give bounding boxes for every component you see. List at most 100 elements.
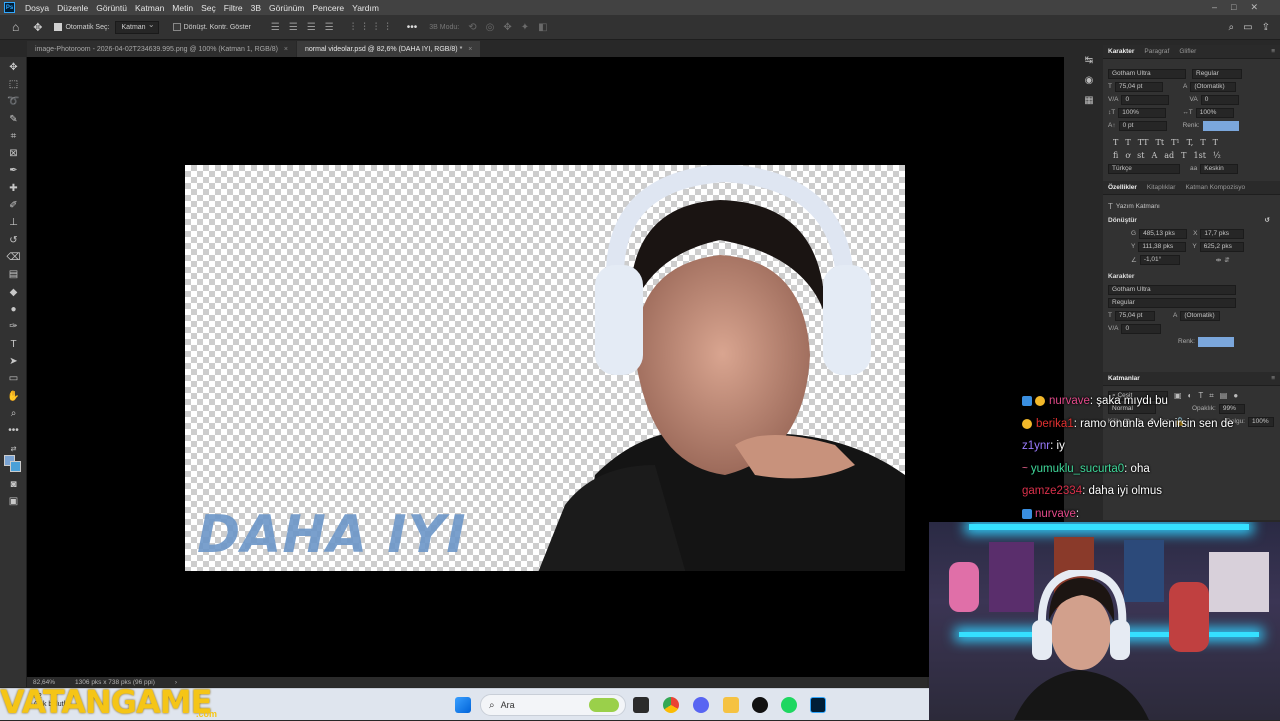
faux-italic-button[interactable]: T <box>1125 138 1130 147</box>
rectangle-tool-icon[interactable]: ▭ <box>6 371 21 386</box>
strikethrough-button[interactable]: T <box>1213 138 1218 147</box>
align-left-icon[interactable]: ☰ <box>271 22 280 33</box>
language-select[interactable]: Türkçe <box>1108 163 1180 174</box>
dodge-tool-icon[interactable]: ● <box>6 302 21 317</box>
tab-character[interactable]: Karakter <box>1103 48 1139 55</box>
stamp-tool-icon[interactable]: ⊥ <box>6 215 21 230</box>
font-size-input[interactable]: 75,04 pt <box>1114 81 1163 92</box>
height-input[interactable]: 111,38 pks <box>1138 241 1187 252</box>
menu-type[interactable]: Metin <box>168 3 197 13</box>
eyedropper-tool-icon[interactable]: ✒ <box>6 163 21 178</box>
menu-layer[interactable]: Katman <box>131 3 168 13</box>
more-tools-icon[interactable]: ••• <box>6 423 21 438</box>
frame-tool-icon[interactable]: ⊠ <box>6 146 21 161</box>
tab-layers[interactable]: Katmanlar <box>1103 375 1145 382</box>
tab-libraries[interactable]: Kitaplıklar <box>1142 184 1181 191</box>
menu-view[interactable]: Görünüm <box>265 3 308 13</box>
screen-mode-icon[interactable]: ▣ <box>6 494 21 509</box>
quick-mask-icon[interactable]: ◙ <box>6 477 21 492</box>
marquee-tool-icon[interactable]: ⬚ <box>6 77 21 92</box>
text-color-swatch[interactable] <box>1202 120 1239 131</box>
window-controls[interactable]: –□✕ <box>1212 2 1272 13</box>
props-font-style-select[interactable]: Regular <box>1108 297 1236 308</box>
spotify-icon[interactable] <box>781 697 797 713</box>
distribute-icon[interactable]: ⫶ <box>375 22 378 33</box>
share-icon[interactable]: ⇪ <box>1262 22 1270 33</box>
discretionary-button[interactable]: st <box>1137 151 1144 160</box>
menu-image[interactable]: Görüntü <box>92 3 131 13</box>
home-icon[interactable]: ⌂ <box>12 20 19 35</box>
align-top-icon[interactable]: ☰ <box>325 22 334 33</box>
chat-username[interactable]: nurvave <box>1049 395 1090 407</box>
all-caps-button[interactable]: TT <box>1138 138 1149 147</box>
healing-tool-icon[interactable]: ✚ <box>6 181 21 196</box>
layers-menu-icon[interactable]: ≡ <box>1266 375 1280 382</box>
anti-alias-select[interactable]: Keskin <box>1200 163 1239 174</box>
roll-3d-icon[interactable]: ◎ <box>486 22 495 33</box>
auto-select-dropdown[interactable]: Katman <box>115 20 159 35</box>
close-icon[interactable]: × <box>468 46 472 53</box>
props-font-family-select[interactable]: Gotham Ultra <box>1108 284 1236 295</box>
photoshop-taskbar-icon[interactable] <box>810 697 826 713</box>
orbit-3d-icon[interactable]: ⟲ <box>468 22 476 33</box>
zoom-tool-icon[interactable]: ⌕ <box>6 406 21 421</box>
tab-photoroom[interactable]: image-Photoroom - 2026-04-02T234639.995.… <box>27 41 297 57</box>
panel-menu-icon[interactable]: ≡ <box>1266 48 1280 55</box>
chat-username[interactable]: gamze2334 <box>1022 485 1082 497</box>
small-caps-button[interactable]: Tt <box>1156 138 1165 147</box>
align-middle-icon[interactable]: ⫶ <box>352 22 355 33</box>
distribute-v-icon[interactable]: ⫶ <box>386 22 389 33</box>
search-icon[interactable]: ⌕ <box>1229 22 1235 33</box>
kerning-input[interactable]: 0 <box>1121 94 1170 105</box>
reset-icon[interactable]: ↺ <box>1265 216 1270 224</box>
faux-bold-button[interactable]: T <box>1113 138 1118 147</box>
y-input[interactable]: 625,2 pks <box>1199 241 1244 252</box>
video-3d-icon[interactable]: ◧ <box>538 22 547 33</box>
menu-window[interactable]: Pencere <box>308 3 348 13</box>
ligatures-button[interactable]: fi <box>1113 151 1118 160</box>
crop-tool-icon[interactable]: ⌗ <box>6 129 21 144</box>
props-color-swatch[interactable] <box>1197 336 1234 347</box>
props-kerning-input[interactable]: 0 <box>1121 323 1162 334</box>
transform-controls-checkbox[interactable]: Dönüşt. Kontr. Göster <box>172 20 251 35</box>
more-options-icon[interactable]: ••• <box>407 22 418 33</box>
gradient-tool-icon[interactable]: ▤ <box>6 267 21 282</box>
flip-v-icon[interactable]: ⇵ <box>1224 256 1229 264</box>
menu-3d[interactable]: 3B <box>247 3 265 13</box>
type-tool-icon[interactable]: T <box>6 337 21 352</box>
subscript-button[interactable]: T, <box>1187 138 1194 147</box>
swatches-panel-icon[interactable]: ▦ <box>1082 95 1096 109</box>
align-bottom-icon[interactable]: ⫶ <box>363 22 366 33</box>
tab-properties[interactable]: Özellikler <box>1103 184 1142 191</box>
move-tool-icon[interactable]: ✥ <box>33 20 42 35</box>
chat-username[interactable]: yumuklu_sucurta0 <box>1031 463 1124 475</box>
superscript-button[interactable]: T¹ <box>1171 138 1180 147</box>
lasso-tool-icon[interactable]: ➰ <box>6 94 21 109</box>
history-panel-icon[interactable]: ↹ <box>1082 55 1096 69</box>
menu-select[interactable]: Seç <box>197 3 220 13</box>
tab-paragraph[interactable]: Paragraf <box>1139 48 1174 55</box>
font-style-select[interactable]: Regular <box>1192 68 1242 79</box>
brush-tool-icon[interactable]: ✐ <box>6 198 21 213</box>
angle-input[interactable]: -1,01° <box>1139 254 1180 265</box>
eraser-tool-icon[interactable]: ⌫ <box>6 250 21 265</box>
font-family-select[interactable]: Gotham Ultra <box>1108 68 1186 79</box>
baseline-input[interactable]: 0 pt <box>1118 120 1167 131</box>
file-explorer-icon[interactable] <box>723 697 739 713</box>
hand-tool-icon[interactable]: ✋ <box>6 389 21 404</box>
auto-select-checkbox[interactable]: Otomatik Seç: <box>54 20 109 35</box>
chat-username[interactable]: berika1 <box>1036 418 1074 430</box>
transform-section[interactable]: Dönüştür ↺ <box>1103 213 1280 227</box>
background-color-swatch[interactable] <box>10 461 21 472</box>
discord-icon[interactable] <box>693 697 709 713</box>
menu-file[interactable]: Dosya <box>21 3 53 13</box>
ordinals-button[interactable]: 1st <box>1194 151 1206 160</box>
character-section[interactable]: Karakter <box>1103 269 1280 283</box>
canvas-text-layer[interactable]: DAHA IYI <box>197 505 467 565</box>
chrome-icon[interactable] <box>663 697 679 713</box>
props-size-input[interactable]: 75,04 pt <box>1114 310 1155 321</box>
horizontal-scale-input[interactable]: 100% <box>1195 107 1234 118</box>
width-input[interactable]: 485,13 pks <box>1139 228 1188 239</box>
pen-tool-icon[interactable]: ✑ <box>6 319 21 334</box>
menu-filter[interactable]: Filtre <box>220 3 247 13</box>
